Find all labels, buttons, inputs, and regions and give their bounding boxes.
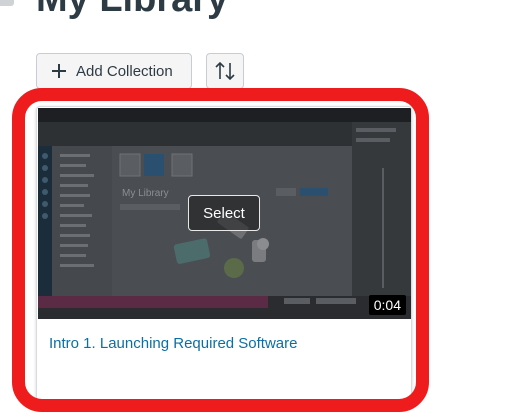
sort-arrows-icon [215,61,235,81]
sort-button[interactable] [206,53,244,89]
scroll-edge-mark [0,0,14,6]
add-collection-button[interactable]: Add Collection [36,53,192,89]
plus-icon [52,64,66,78]
highlight-frame [12,88,429,412]
page: My Library Add Collection [0,0,516,418]
page-title: My Library [36,0,228,21]
add-collection-label: Add Collection [76,62,173,80]
